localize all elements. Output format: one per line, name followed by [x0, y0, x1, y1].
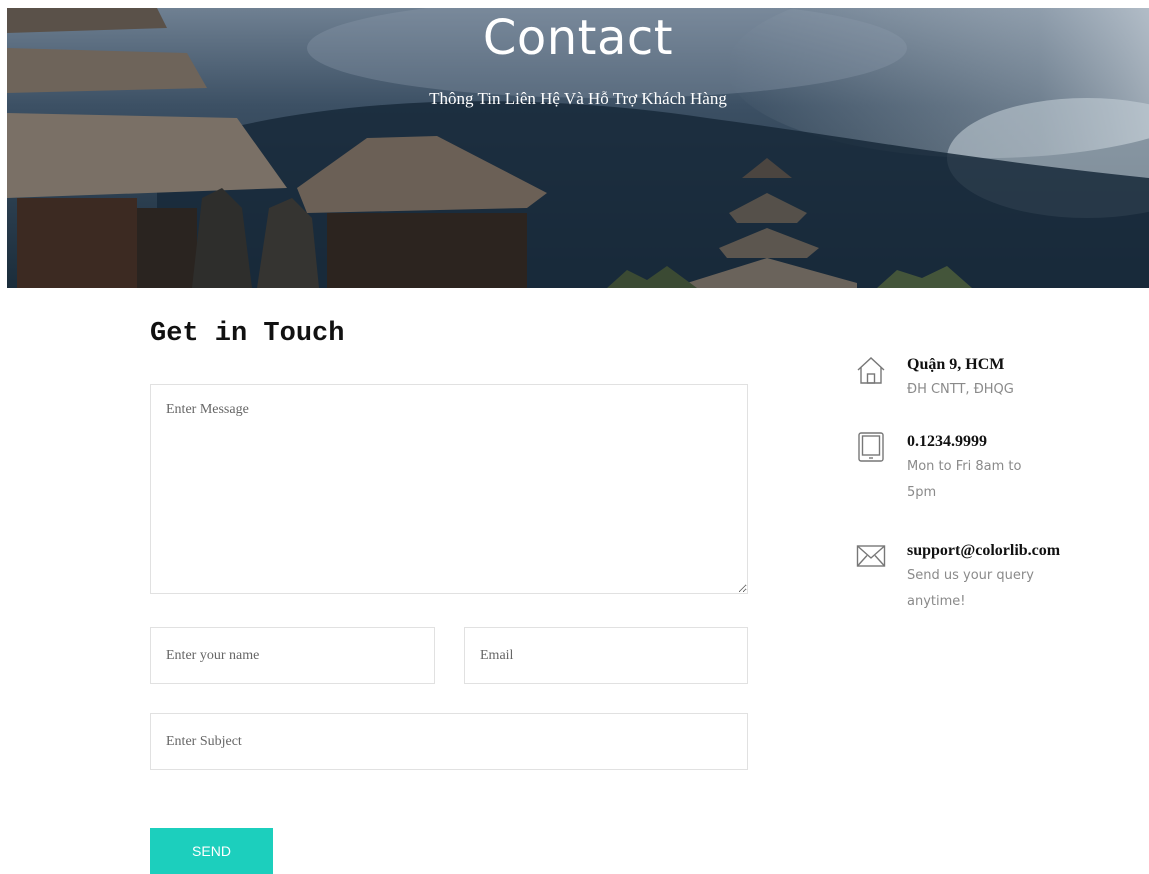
message-textarea[interactable] — [150, 384, 748, 594]
email-heading: support@colorlib.com — [907, 542, 1061, 559]
address-desc: ĐH CNTT, ĐHQG — [907, 382, 1014, 397]
envelope-icon — [856, 541, 886, 571]
email-text: support@colorlib.com Send us your query … — [907, 541, 1107, 615]
phone-heading: 0.1234.9999 — [907, 433, 987, 450]
page-title: Contact — [482, 10, 674, 66]
hero-banner: Contact Thông Tin Liên Hệ Và Hỗ Trợ Khác… — [7, 8, 1149, 288]
phone-desc: Mon to Fri 8am to 5pm — [907, 459, 1022, 500]
address-info: Quận 9, HCM ĐH CNTT, ĐHQG — [856, 355, 1106, 415]
address-heading: Quận 9, HCM — [907, 356, 1005, 373]
home-icon — [856, 355, 886, 385]
email-info: support@colorlib.com Send us your query … — [856, 541, 1106, 631]
email-desc: Send us your query anytime! — [907, 568, 1034, 609]
form-title: Get in Touch — [150, 319, 345, 349]
email-input[interactable] — [464, 627, 748, 684]
subject-input[interactable] — [150, 713, 748, 770]
phone-text: 0.1234.9999 Mon to Fri 8am to 5pm — [907, 432, 1107, 506]
phone-info: 0.1234.9999 Mon to Fri 8am to 5pm — [856, 432, 1106, 522]
send-button[interactable]: SEND — [150, 828, 273, 874]
name-input[interactable] — [150, 627, 435, 684]
page-subtitle: Thông Tin Liên Hệ Và Hỗ Trợ Khách Hàng — [429, 89, 727, 108]
address-text: Quận 9, HCM ĐH CNTT, ĐHQG — [907, 355, 1107, 403]
tablet-icon — [856, 432, 886, 462]
